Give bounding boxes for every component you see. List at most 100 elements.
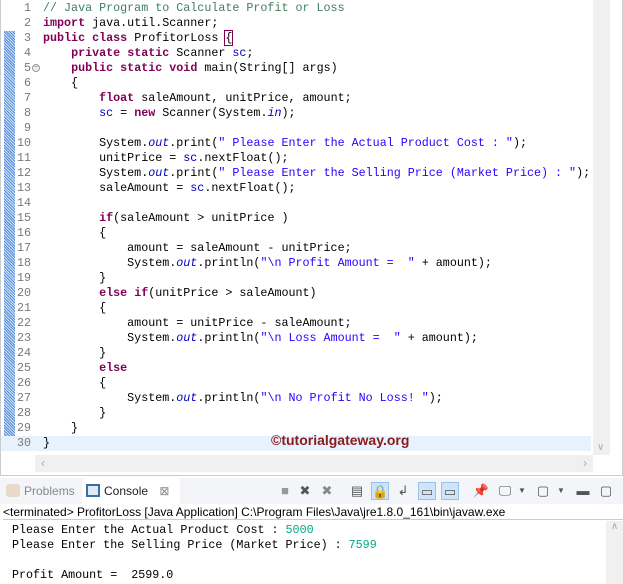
terminate-icon[interactable]: ■ bbox=[276, 482, 294, 500]
vertical-scrollbar[interactable]: ∨ bbox=[593, 0, 610, 455]
close-tab-icon[interactable]: ⊠ bbox=[159, 484, 169, 498]
code-line[interactable]: 20 else if(unitPrice > saleAmount) bbox=[1, 286, 591, 301]
horizontal-scrollbar[interactable]: ‹ › bbox=[35, 455, 593, 472]
code-token: System. bbox=[43, 166, 149, 180]
code-token: sc bbox=[99, 106, 114, 120]
code-token: } bbox=[43, 421, 79, 435]
code-line[interactable]: 27 System.out.println("\n No Profit No L… bbox=[1, 391, 591, 406]
scroll-left-icon[interactable]: ‹ bbox=[41, 456, 45, 470]
show-on-stderr-icon[interactable]: ▭ bbox=[441, 482, 459, 500]
maximize-icon[interactable]: ▢ bbox=[597, 482, 615, 500]
code-line[interactable]: 12 System.out.print(" Please Enter the S… bbox=[1, 166, 591, 181]
remove-launch-icon[interactable]: ✖ bbox=[296, 482, 314, 500]
code-line[interactable]: 4 private static Scanner sc; bbox=[1, 46, 591, 61]
code-line[interactable]: 16 { bbox=[1, 226, 591, 241]
code-line[interactable]: 19 } bbox=[1, 271, 591, 286]
display-console-icon[interactable]: 🖵 bbox=[496, 482, 514, 500]
code-text: else if(unitPrice > saleAmount) bbox=[43, 286, 316, 301]
code-token: sc bbox=[232, 46, 247, 60]
code-line[interactable]: 3 public class ProfitorLoss { bbox=[1, 30, 591, 46]
code-line[interactable]: 7 float saleAmount, unitPrice, amount; bbox=[1, 91, 591, 106]
line-number: 9 bbox=[23, 121, 31, 135]
code-line[interactable]: 17 amount = saleAmount - unitPrice; bbox=[1, 241, 591, 256]
show-on-stdout-icon[interactable]: ▭ bbox=[418, 482, 436, 500]
code-line[interactable]: 26 { bbox=[1, 376, 591, 391]
code-token: class bbox=[92, 31, 128, 45]
tab-problems[interactable]: Problems bbox=[2, 478, 80, 504]
code-token: sc bbox=[183, 151, 198, 165]
code-line[interactable]: 22 amount = unitPrice - saleAmount; bbox=[1, 316, 591, 331]
code-token: ; bbox=[246, 46, 254, 60]
console-output[interactable]: Please Enter the Actual Product Cost : 5… bbox=[0, 521, 623, 584]
code-line[interactable]: 2 import java.util.Scanner; bbox=[1, 16, 591, 31]
line-number: 14 bbox=[16, 196, 31, 210]
dropdown-icon[interactable]: ▼ bbox=[552, 482, 570, 500]
fold-toggle-icon[interactable]: − bbox=[32, 64, 40, 72]
code-line[interactable]: 18 System.out.println("\n Profit Amount … bbox=[1, 256, 591, 271]
code-line[interactable]: 28 } bbox=[1, 406, 591, 421]
tab-console[interactable]: Console ⊠ bbox=[82, 478, 180, 504]
word-wrap-icon[interactable]: ↲ bbox=[394, 482, 412, 500]
code-line[interactable]: 5− public static void main(String[] args… bbox=[1, 61, 591, 76]
code-token: (saleAmount > unitPrice ) bbox=[113, 211, 289, 225]
code-text: saleAmount = sc.nextFloat(); bbox=[43, 181, 295, 196]
scroll-right-icon[interactable]: › bbox=[583, 456, 587, 470]
code-line[interactable]: 24 } bbox=[1, 346, 591, 361]
console-scrollbar[interactable]: ∧ bbox=[606, 521, 623, 584]
code-token: Scanner(System. bbox=[155, 106, 268, 120]
clear-console-icon[interactable]: ▤ bbox=[348, 482, 366, 500]
tab-label: Problems bbox=[24, 484, 75, 498]
line-number: 25 bbox=[16, 361, 31, 375]
code-text: { bbox=[43, 76, 78, 91]
code-text: System.out.print(" Please Enter the Actu… bbox=[43, 136, 527, 151]
code-text: float saleAmount, unitPrice, amount; bbox=[43, 91, 352, 106]
code-line[interactable]: 1 // Java Program to Calculate Profit or … bbox=[1, 1, 591, 16]
code-token: System. bbox=[43, 136, 149, 150]
code-line[interactable]: 11 unitPrice = sc.nextFloat(); bbox=[1, 151, 591, 166]
code-token: out bbox=[176, 391, 198, 405]
code-token: { bbox=[43, 226, 107, 240]
code-token: { bbox=[43, 301, 107, 315]
code-line[interactable]: 21 { bbox=[1, 301, 591, 316]
line-number: 21 bbox=[16, 301, 31, 315]
code-line[interactable]: 6 { bbox=[1, 76, 591, 91]
code-token: " Please Enter the Selling Price (Market… bbox=[218, 166, 577, 180]
code-token: static bbox=[120, 61, 163, 75]
code-line[interactable]: 23 System.out.println("\n Loss Amount = … bbox=[1, 331, 591, 346]
code-line[interactable]: 15 if(saleAmount > unitPrice ) bbox=[1, 211, 591, 226]
line-number: 7 bbox=[23, 91, 31, 105]
console-line: Profit Amount = 2599.0 bbox=[12, 568, 173, 583]
remove-all-icon[interactable]: ✖ bbox=[318, 482, 336, 500]
code-text: } bbox=[43, 406, 106, 421]
code-line[interactable]: 14 bbox=[1, 196, 591, 211]
code-token: private bbox=[71, 46, 121, 60]
minimize-icon[interactable]: ▬ bbox=[574, 482, 592, 500]
code-text: unitPrice = sc.nextFloat(); bbox=[43, 151, 288, 166]
code-token: import bbox=[43, 16, 86, 30]
dropdown-icon[interactable]: ▼ bbox=[513, 482, 531, 500]
code-token: Scanner bbox=[169, 46, 233, 60]
scroll-lock-icon[interactable]: 🔒 bbox=[371, 482, 389, 500]
code-editor[interactable]: 1 // Java Program to Calculate Profit or … bbox=[0, 0, 623, 476]
line-number: 11 bbox=[16, 151, 31, 165]
code-text: } bbox=[43, 421, 78, 436]
pin-console-icon[interactable]: 📌 bbox=[472, 482, 490, 500]
code-text: { bbox=[43, 376, 106, 391]
code-token: ); bbox=[428, 391, 443, 405]
code-line[interactable]: 25 else bbox=[1, 361, 591, 376]
code-token: out bbox=[176, 331, 198, 345]
code-token: unitPrice = bbox=[43, 151, 184, 165]
line-number: 26 bbox=[16, 376, 31, 390]
code-line[interactable]: 10 System.out.print(" Please Enter the A… bbox=[1, 136, 591, 151]
code-line[interactable]: 8 sc = new Scanner(System.in); bbox=[1, 106, 591, 121]
code-token: ProfitorLoss bbox=[127, 31, 226, 45]
code-token: "\n Profit Amount = " bbox=[260, 256, 415, 270]
scroll-down-icon[interactable]: ∨ bbox=[597, 442, 604, 453]
code-line[interactable]: 13 saleAmount = sc.nextFloat(); bbox=[1, 181, 591, 196]
code-token: } bbox=[43, 346, 107, 360]
code-line[interactable]: 9 bbox=[1, 121, 591, 136]
open-console-icon[interactable]: ▢ bbox=[534, 482, 552, 500]
